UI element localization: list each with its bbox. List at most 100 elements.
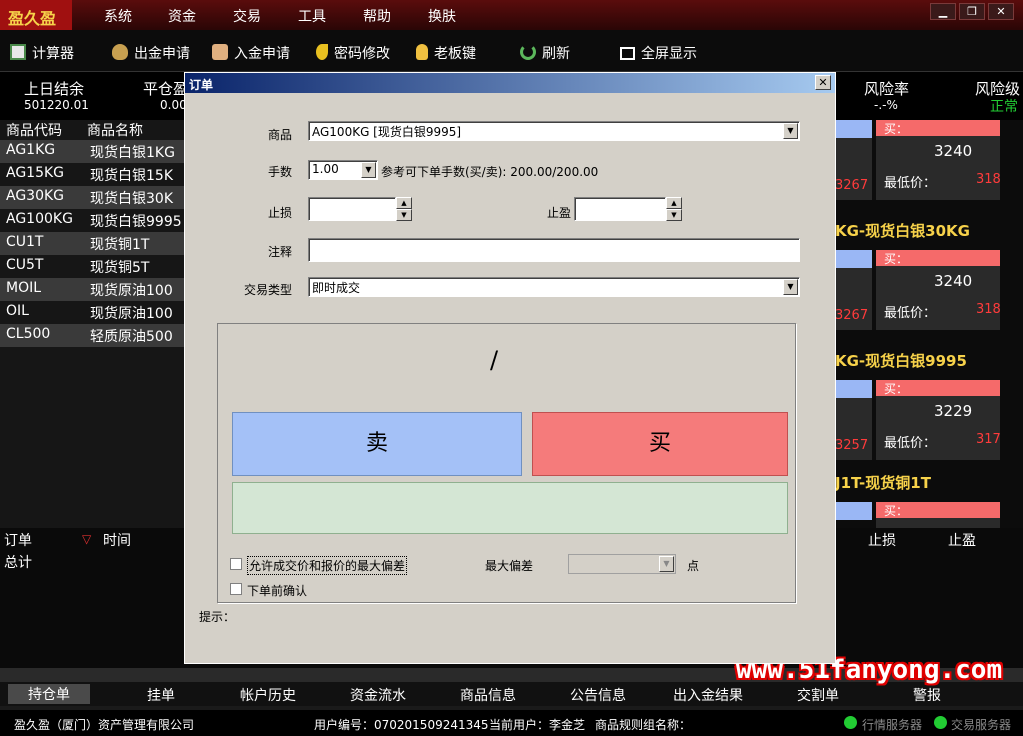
- trade-type-select[interactable]: 即时成交 ▼: [308, 277, 800, 297]
- fullscreen-button[interactable]: 全屏显示: [620, 43, 697, 63]
- comment-input[interactable]: [308, 238, 800, 262]
- takeprofit-input[interactable]: [574, 197, 666, 221]
- calculator-button[interactable]: 计算器: [10, 43, 74, 63]
- minimize-button[interactable]: ▁: [930, 3, 956, 20]
- refresh-button[interactable]: 刷新: [520, 43, 570, 63]
- stoploss-input[interactable]: [308, 197, 396, 221]
- takeprofit-spinner[interactable]: ▲ ▼: [666, 197, 682, 221]
- menu-system[interactable]: 系统: [104, 6, 132, 26]
- allow-deviation-label[interactable]: 允许成交价和报价的最大偏差: [247, 556, 408, 575]
- order-panel: / 卖 买 允许成交价和报价的最大偏差 最大偏差 ▼ 点 下单前确认: [217, 323, 796, 603]
- user-number: 用户编号：070201509241345: [314, 718, 489, 732]
- quote-row[interactable]: CU5T 现货铜5T: [0, 255, 185, 278]
- order-info-area: [232, 482, 788, 534]
- deposit-button[interactable]: 入金申请: [212, 43, 290, 63]
- card-price: 3229: [934, 402, 973, 420]
- quote-card[interactable]: KG-现货白银9995 3257 买： 3229 最低价： 317: [835, 352, 1001, 460]
- col-order[interactable]: 订单: [4, 530, 32, 550]
- boss-key-button[interactable]: 老板键: [416, 43, 476, 63]
- card-title: J1T-现货铜1T: [835, 474, 931, 492]
- trade-server-label: 交易服务器: [951, 718, 1012, 732]
- quote-row[interactable]: CL500 轻质原油500: [0, 324, 185, 347]
- quote-row[interactable]: AG100KG 现货白银9995: [0, 209, 185, 232]
- quote-row[interactable]: OIL 现货原油100: [0, 301, 185, 324]
- card-low-label: 最低价：: [884, 176, 937, 191]
- col-time[interactable]: 时间: [103, 530, 131, 550]
- col-product-code[interactable]: 商品代码: [6, 120, 62, 140]
- close-button[interactable]: ✕: [988, 3, 1014, 20]
- prev-settle-value: 501220.01: [24, 98, 89, 112]
- quote-row[interactable]: MOIL 现货原油100: [0, 278, 185, 301]
- dialog-close-button[interactable]: ✕: [815, 75, 831, 90]
- menu-skin[interactable]: 换肤: [428, 6, 456, 26]
- quote-card[interactable]: J1T-现货铜1T 买：: [835, 474, 1000, 530]
- quote-card[interactable]: 3267 买： 3240 最低价： 318: [835, 120, 1001, 200]
- spin-down-icon[interactable]: ▼: [396, 209, 412, 221]
- sell-strip: [835, 120, 872, 138]
- restore-button[interactable]: ❐: [959, 3, 985, 20]
- buy-button[interactable]: 买: [532, 412, 788, 476]
- card-low-value: 317: [976, 432, 1001, 447]
- card-sell-side: 3257: [835, 398, 872, 460]
- company-name: 盈久盈（厦门）资产管理有限公司: [14, 718, 195, 732]
- menu-help[interactable]: 帮助: [363, 6, 391, 26]
- tab-product-info[interactable]: 商品信息: [460, 685, 516, 705]
- withdraw-button[interactable]: 出金申请: [112, 43, 190, 63]
- tab-delivery[interactable]: 交割单: [797, 685, 839, 705]
- tab-fund-flow[interactable]: 资金流水: [350, 685, 406, 705]
- rule-group: 商品规则组名称：: [595, 718, 692, 732]
- max-deviation-label: 最大偏差: [485, 559, 534, 573]
- sort-desc-icon[interactable]: ▽: [82, 532, 91, 546]
- spin-down-icon[interactable]: ▼: [666, 209, 682, 221]
- quote-list: 商品代码 商品名称 AG1KG 现货白银1KG AG15KG 现货白银15K AG3…: [0, 120, 185, 530]
- price-display: /: [490, 346, 499, 374]
- quote-row[interactable]: AG1KG 现货白银1KG: [0, 140, 185, 163]
- sell-strip: [835, 250, 872, 268]
- product-select[interactable]: AG100KG [现货白银9995] ▼: [308, 121, 800, 141]
- col-product-name[interactable]: 商品名称: [87, 120, 143, 140]
- menu-bar: 盈久盈 系统 资金 交易 工具 帮助 换肤 ▁ ❐ ✕: [0, 0, 1023, 30]
- tab-alerts[interactable]: 警报: [913, 685, 941, 705]
- chevron-down-icon[interactable]: ▼: [783, 123, 798, 139]
- chevron-down-icon[interactable]: ▼: [361, 162, 376, 178]
- max-deviation-select[interactable]: ▼: [568, 554, 676, 574]
- orders-total: 总计: [4, 555, 32, 571]
- tab-positions[interactable]: 持仓单: [8, 684, 90, 704]
- tab-announcements[interactable]: 公告信息: [570, 685, 626, 705]
- sell-button[interactable]: 卖: [232, 412, 522, 476]
- spin-up-icon[interactable]: ▲: [396, 197, 412, 209]
- menu-funds[interactable]: 资金: [168, 6, 196, 26]
- col-stoploss[interactable]: 止损: [868, 530, 896, 550]
- quote-card[interactable]: KG-现货白银30KG 3267 买： 3240 最低价： 318: [835, 222, 1001, 330]
- allow-deviation-checkbox[interactable]: [230, 558, 242, 570]
- stoploss-label: 止损: [268, 206, 293, 220]
- quote-row[interactable]: CU1T 现货铜1T: [0, 232, 185, 255]
- chevron-down-icon[interactable]: ▼: [783, 279, 798, 295]
- tab-account-history[interactable]: 帐户历史: [240, 685, 296, 705]
- card-low-label: 最低价：: [884, 306, 937, 321]
- lots-select[interactable]: 1.00 ▼: [308, 160, 378, 180]
- card-buy-label: 买：: [876, 502, 1000, 518]
- trading-app: 盈久盈 系统 资金 交易 工具 帮助 换肤 ▁ ❐ ✕ 计算器 出金申请 入金申…: [0, 0, 1023, 736]
- trade-type-label: 交易类型: [244, 283, 293, 297]
- card-low-label: 最低价：: [884, 436, 937, 451]
- confirm-label[interactable]: 下单前确认: [247, 582, 307, 599]
- comment-label: 注释: [268, 245, 293, 259]
- quote-row[interactable]: AG15KG 现货白银15K: [0, 163, 185, 186]
- quote-row[interactable]: AG30KG 现货白银30K: [0, 186, 185, 209]
- key-icon: [316, 44, 328, 60]
- menu-trade[interactable]: 交易: [233, 6, 261, 26]
- chevron-down-icon[interactable]: ▼: [659, 556, 674, 572]
- spin-up-icon[interactable]: ▲: [666, 197, 682, 209]
- card-sell-side: 3267: [835, 138, 872, 200]
- calculator-icon: [10, 44, 26, 60]
- tab-pending[interactable]: 挂单: [147, 685, 175, 705]
- menu-tools[interactable]: 工具: [298, 6, 326, 26]
- change-password-button[interactable]: 密码修改: [316, 43, 390, 63]
- confirm-checkbox[interactable]: [230, 583, 242, 595]
- tab-deposit-results[interactable]: 出入金结果: [673, 685, 743, 705]
- lots-label: 手数: [268, 165, 293, 179]
- stoploss-spinner[interactable]: ▲ ▼: [396, 197, 412, 221]
- dialog-titlebar[interactable]: 订单 ✕: [185, 73, 835, 93]
- col-takeprofit[interactable]: 止盈: [948, 530, 976, 550]
